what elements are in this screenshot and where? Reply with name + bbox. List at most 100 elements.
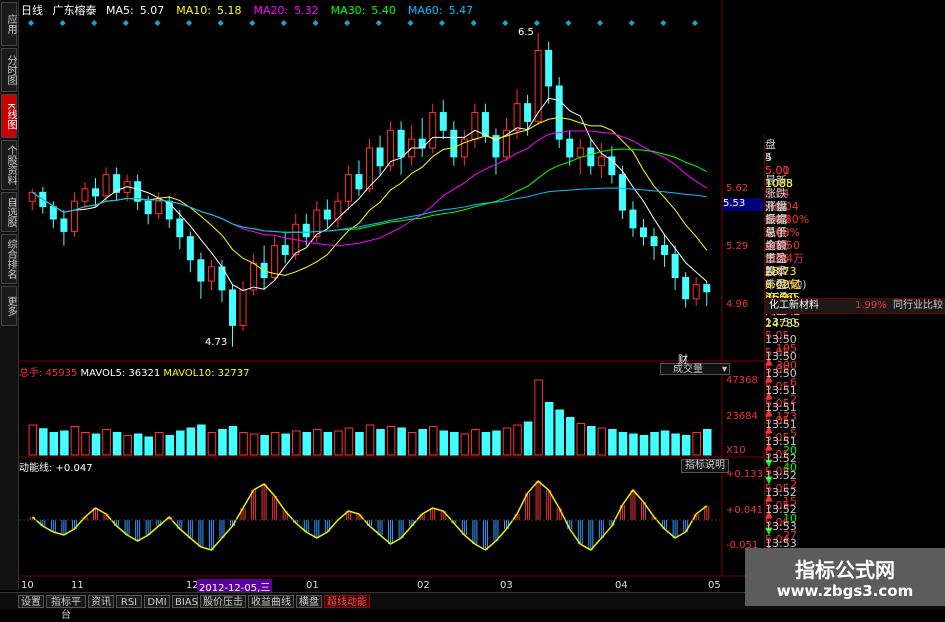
tab-2[interactable]: 资讯 <box>88 595 114 608</box>
left-nav: 应用 分时图 K线图 个股资料 自选股 综合排名 更多 <box>0 0 19 590</box>
volume-bar <box>344 427 354 456</box>
date-label: 02 <box>417 580 430 591</box>
tab-0[interactable]: 设置 <box>18 595 44 608</box>
volume-bar <box>450 432 459 456</box>
event-diamond <box>407 20 414 26</box>
event-diamond <box>186 20 193 26</box>
volume-bar <box>249 433 259 456</box>
candle-body <box>281 245 289 255</box>
chart-area[interactable]: 日线 广东榕泰 MA5: 5.07 MA10: 5.18 MA20: 5.32 MA30: 5… <box>19 0 764 594</box>
volume-bar <box>365 424 375 456</box>
candle-body <box>418 138 426 149</box>
volume-bar <box>471 429 480 456</box>
stat-row: 外盘35665内盘24785 <box>765 278 945 330</box>
volume-bar <box>681 435 691 456</box>
volume-bar <box>492 430 501 456</box>
candle-body <box>376 147 384 167</box>
tab-4[interactable]: DMI <box>144 595 170 608</box>
volume-bar <box>439 430 449 456</box>
event-marker[interactable]: 财 <box>678 351 688 366</box>
nav-watchlist[interactable]: 自选股 <box>1 192 17 232</box>
stat-row: 总手 60450 量比 1.82 <box>765 226 945 278</box>
tab-6[interactable]: 股价压击 <box>200 595 246 608</box>
volume-bar <box>618 432 628 456</box>
volume-bar <box>702 429 712 456</box>
event-diamond <box>154 20 161 26</box>
date-label: 10 <box>21 580 34 591</box>
candle-body <box>524 103 532 122</box>
nav-profile[interactable]: 个股资料 <box>1 140 17 190</box>
candle-body <box>481 112 489 137</box>
event-diamond <box>280 20 287 26</box>
tick-time: 13:50 <box>765 350 797 363</box>
tick-row: 13:525.0627▲ <box>765 503 945 554</box>
stat-key: 外盘 <box>765 278 787 291</box>
candle-body <box>355 174 363 190</box>
stat-key: 涨跌 <box>765 187 787 200</box>
volume-bar <box>418 429 427 456</box>
candle-body <box>207 266 215 282</box>
event-diamond <box>375 20 382 26</box>
volume-selector[interactable]: 成交量 ▾ <box>660 363 730 375</box>
volume-bar <box>91 433 101 456</box>
high-label: 6.5 <box>518 27 534 38</box>
volume-bar <box>49 432 59 456</box>
tick-time: 13:51 <box>765 384 797 397</box>
candle-body <box>640 227 647 238</box>
candle-body <box>344 174 352 202</box>
volume-bar <box>534 379 543 456</box>
event-diamond <box>28 20 34 26</box>
volume-bar <box>281 433 290 456</box>
tick-time: 13:52 <box>765 503 797 516</box>
nav-intraday[interactable]: 分时图 <box>1 48 17 92</box>
tab-3[interactable]: RSI <box>116 595 142 608</box>
chart-svg <box>19 0 764 577</box>
tab-5[interactable]: BIAS <box>172 595 198 608</box>
volume-total: 总手: 45935 <box>19 368 78 379</box>
stat-row: 最新 5.04 开盘 5.00 <box>765 174 945 226</box>
candle-body <box>597 156 605 167</box>
tab-1[interactable]: 指标平台 <box>46 595 86 621</box>
volume-bar <box>376 429 385 456</box>
candle-body <box>471 112 479 140</box>
tick-time: 13:51 <box>765 418 797 431</box>
volume-bar <box>576 423 586 456</box>
date-label: 05 <box>708 580 721 591</box>
nav-kline[interactable]: K线图 <box>1 94 17 138</box>
candle-body <box>587 147 595 167</box>
event-diamond <box>217 20 224 26</box>
tick-row: 13:50 5.05 6 ▲ <box>765 350 945 401</box>
candle-body <box>176 218 184 238</box>
tick-time: 13:52 <box>765 452 797 465</box>
tab-9[interactable]: 超线动能 <box>324 595 370 608</box>
tab-7[interactable]: 收益曲线 <box>248 595 294 608</box>
compare-button[interactable]: 同行业比较 <box>893 299 943 313</box>
volume-bar <box>28 424 38 456</box>
volume-bar <box>176 430 185 456</box>
tick-time: 13:51 <box>765 435 797 448</box>
volume-bar <box>186 427 196 456</box>
candle-body <box>618 174 626 211</box>
watermark-url: www.zbgs3.com <box>776 582 914 600</box>
candle-body <box>503 129 510 158</box>
nav-apps[interactable]: 应用 <box>1 2 17 46</box>
volume-bar <box>565 417 575 456</box>
tick-time: 13:53 <box>765 520 797 533</box>
nav-ranking[interactable]: 综合排名 <box>1 234 17 284</box>
volume-bar <box>165 435 175 456</box>
watermark-title: 指标公式网 <box>795 558 895 582</box>
nav-more[interactable]: 更多 <box>1 286 17 326</box>
volume-bar <box>102 429 111 456</box>
tick-row: 13:52 5.05 2 ▲ <box>765 452 945 503</box>
sector-name[interactable]: 化工新材料 <box>769 299 819 313</box>
volume-bar <box>334 430 343 456</box>
volume-bar <box>154 432 164 456</box>
candle-body <box>576 147 584 158</box>
ob-label: 盘 <box>765 138 776 151</box>
candle-body <box>513 103 521 131</box>
tick-row: 13:50 5.05 2 ▲ <box>765 367 945 418</box>
indicator-help-button[interactable]: 指标说明 <box>681 459 729 473</box>
tab-8[interactable]: 横盘 <box>296 595 322 608</box>
candle-body <box>545 49 553 87</box>
volume-bar <box>555 409 564 456</box>
